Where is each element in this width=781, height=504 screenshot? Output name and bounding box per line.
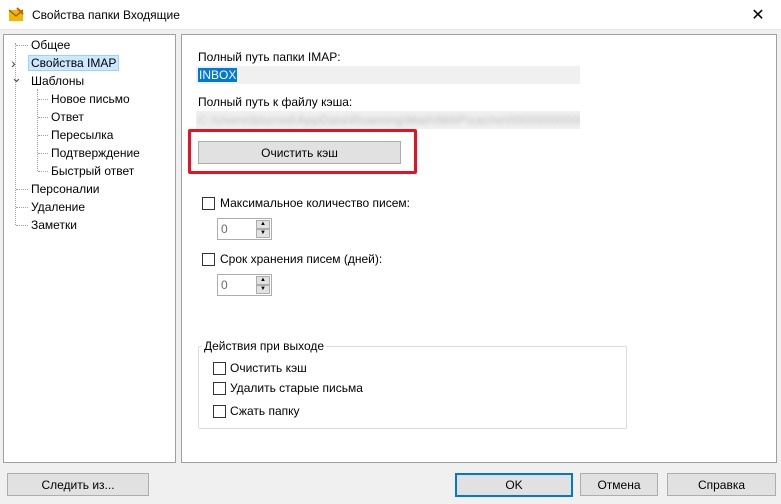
tree-item-templates[interactable]: Шаблоны bbox=[28, 72, 87, 90]
max-messages-stepper[interactable]: 0 ▲ ▼ bbox=[217, 218, 272, 240]
settings-tree: Общее › Свойства IMAP ⌄ Шаблоны Новое пи… bbox=[3, 34, 176, 463]
spin-down-icon[interactable]: ▼ bbox=[256, 229, 270, 238]
imap-path-label: Полный путь папки IMAP: bbox=[198, 50, 341, 64]
close-icon: ✕ bbox=[751, 7, 765, 24]
tree-item-confirmation[interactable]: Подтверждение bbox=[48, 144, 143, 162]
exit-delete-old-label: Удалить старые письма bbox=[230, 381, 363, 395]
max-messages-value: 0 bbox=[221, 222, 228, 236]
max-messages-label: Максимальное количество писем: bbox=[220, 196, 411, 210]
exit-actions-title: Действия при выходе bbox=[202, 339, 327, 353]
chevron-down-icon[interactable]: ⌄ bbox=[11, 71, 22, 84]
max-messages-checkbox[interactable] bbox=[202, 197, 215, 210]
tree-item-new-message[interactable]: Новое письмо bbox=[48, 90, 133, 108]
exit-compress-checkbox[interactable] bbox=[213, 405, 226, 418]
tree-line bbox=[38, 117, 48, 118]
mail-app-icon bbox=[8, 7, 24, 23]
help-button[interactable]: Справка bbox=[667, 473, 776, 496]
exit-clear-cache-checkbox[interactable] bbox=[213, 362, 226, 375]
close-button[interactable]: ✕ bbox=[735, 0, 781, 30]
tree-item-notes[interactable]: Заметки bbox=[28, 216, 80, 234]
tree-line bbox=[38, 135, 48, 136]
spin-down-icon[interactable]: ▼ bbox=[256, 285, 270, 294]
tree-line bbox=[37, 89, 38, 171]
tree-item-deletion[interactable]: Удаление bbox=[28, 198, 88, 216]
tree-item-general[interactable]: Общее bbox=[28, 36, 73, 54]
chevron-right-icon[interactable]: › bbox=[11, 56, 21, 70]
tree-line bbox=[38, 99, 48, 100]
title-bar: Свойства папки Входящие ✕ bbox=[0, 0, 781, 30]
tree-item-quick-reply[interactable]: Быстрый ответ bbox=[48, 162, 137, 180]
imap-path-value: INBOX bbox=[198, 68, 238, 82]
tree-line bbox=[16, 45, 28, 46]
ok-button[interactable]: OK bbox=[455, 473, 573, 497]
tree-line bbox=[16, 189, 28, 190]
spin-up-icon[interactable]: ▲ bbox=[256, 220, 270, 229]
imap-path-field[interactable]: INBOX bbox=[196, 66, 580, 84]
tree-item-forward[interactable]: Пересылка bbox=[48, 126, 116, 144]
properties-panel: Полный путь папки IMAP: INBOX Полный пут… bbox=[181, 34, 777, 463]
retention-value: 0 bbox=[221, 278, 228, 292]
retention-stepper[interactable]: 0 ▲ ▼ bbox=[217, 274, 272, 296]
retention-label: Срок хранения писем (дней): bbox=[220, 252, 383, 266]
exit-delete-old-checkbox[interactable] bbox=[213, 382, 226, 395]
window-title: Свойства папки Входящие bbox=[32, 8, 180, 22]
tree-line bbox=[16, 207, 28, 208]
cache-path-label: Полный путь к файлу кэша: bbox=[198, 95, 353, 109]
retention-checkbox[interactable] bbox=[202, 253, 215, 266]
exit-clear-cache-label: Очистить кэш bbox=[230, 361, 307, 375]
cancel-button[interactable]: Отмена bbox=[580, 473, 658, 496]
spin-up-icon[interactable]: ▲ bbox=[256, 276, 270, 285]
tree-item-reply[interactable]: Ответ bbox=[48, 108, 87, 126]
cache-path-field[interactable]: C:\Users\blurred\AppData\Roaming\Mail\IM… bbox=[196, 111, 580, 129]
tree-line bbox=[38, 153, 48, 154]
exit-compress-label: Сжать папку bbox=[230, 404, 300, 418]
clear-cache-button[interactable]: Очистить кэш bbox=[198, 141, 401, 164]
tree-item-imap-properties[interactable]: Свойства IMAP bbox=[28, 54, 120, 72]
tree-line bbox=[16, 225, 28, 226]
tree-item-personalities[interactable]: Персоналии bbox=[28, 180, 103, 198]
cache-path-value: C:\Users\blurred\AppData\Roaming\Mail\IM… bbox=[198, 113, 580, 127]
follow-from-button[interactable]: Следить из... bbox=[7, 473, 149, 496]
tree-line bbox=[38, 171, 48, 172]
